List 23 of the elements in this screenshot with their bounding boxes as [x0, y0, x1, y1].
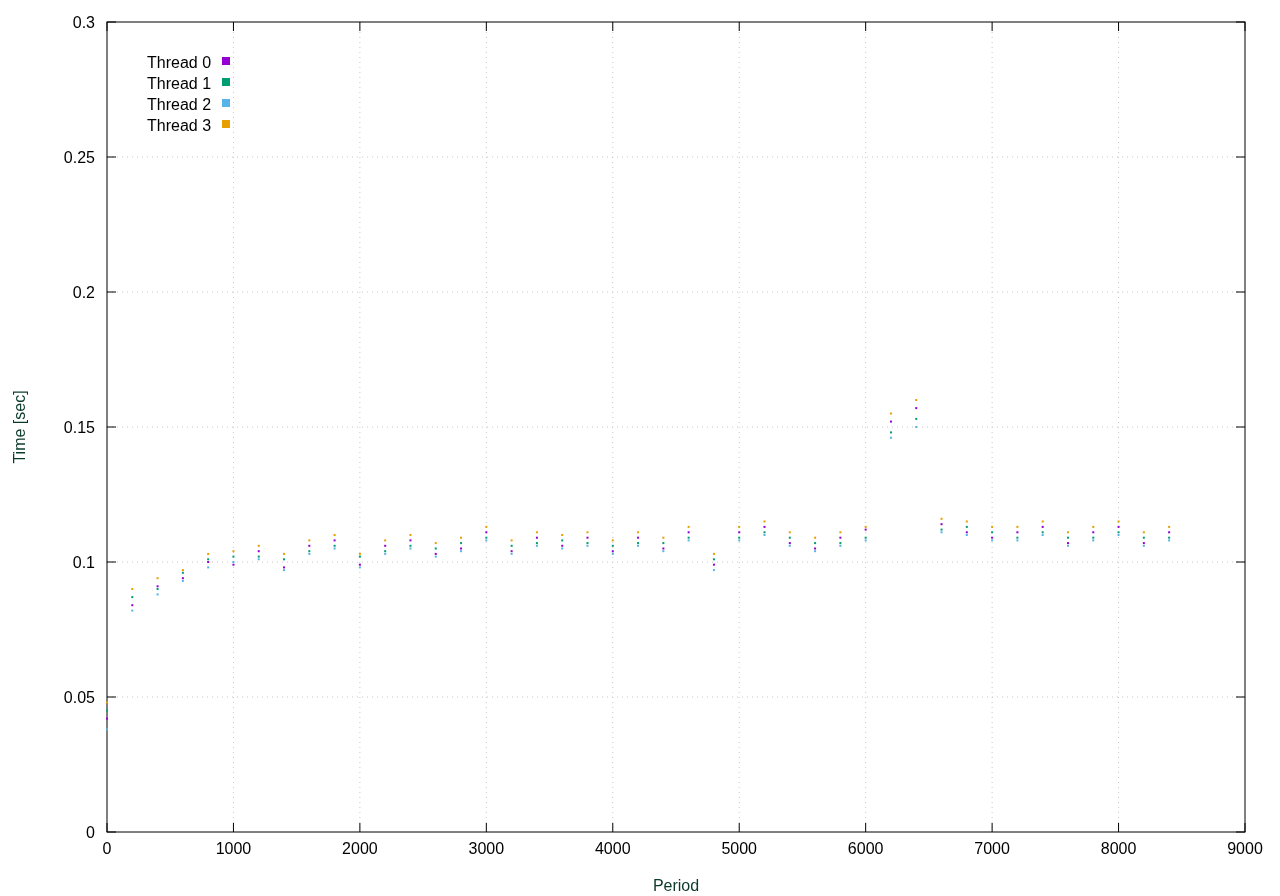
- y-axis-title: Time [sec]: [11, 390, 28, 464]
- y-tick-label: 0.05: [63, 689, 95, 706]
- legend-label: Thread 3: [147, 117, 212, 134]
- x-tick-label: 5000: [721, 840, 757, 857]
- x-axis-title: Period: [652, 877, 700, 894]
- legend-label: Thread 1: [147, 75, 212, 92]
- y-tick-label: 0.1: [72, 554, 95, 571]
- y-tick-label: 0.3: [72, 14, 95, 31]
- x-tick-label: 9000: [1227, 840, 1263, 857]
- x-tick-label: 4000: [595, 840, 631, 857]
- x-tick-label: 6000: [847, 840, 884, 857]
- legend-label: Thread 2: [147, 96, 212, 113]
- y-tick-label: 0.25: [63, 149, 95, 166]
- y-tick-label: 0.2: [72, 284, 95, 301]
- x-tick-label: 1000: [215, 840, 252, 857]
- x-tick-label: 2000: [342, 840, 378, 857]
- x-tick-label: 7000: [974, 840, 1010, 857]
- y-tick-label: 0: [86, 824, 95, 841]
- x-tick-label: 3000: [468, 840, 505, 857]
- legend-label: Thread 0: [147, 54, 212, 71]
- x-tick-label: 8000: [1100, 840, 1137, 857]
- y-tick-label: 0.15: [63, 419, 95, 436]
- x-tick-label: 0: [102, 840, 112, 857]
